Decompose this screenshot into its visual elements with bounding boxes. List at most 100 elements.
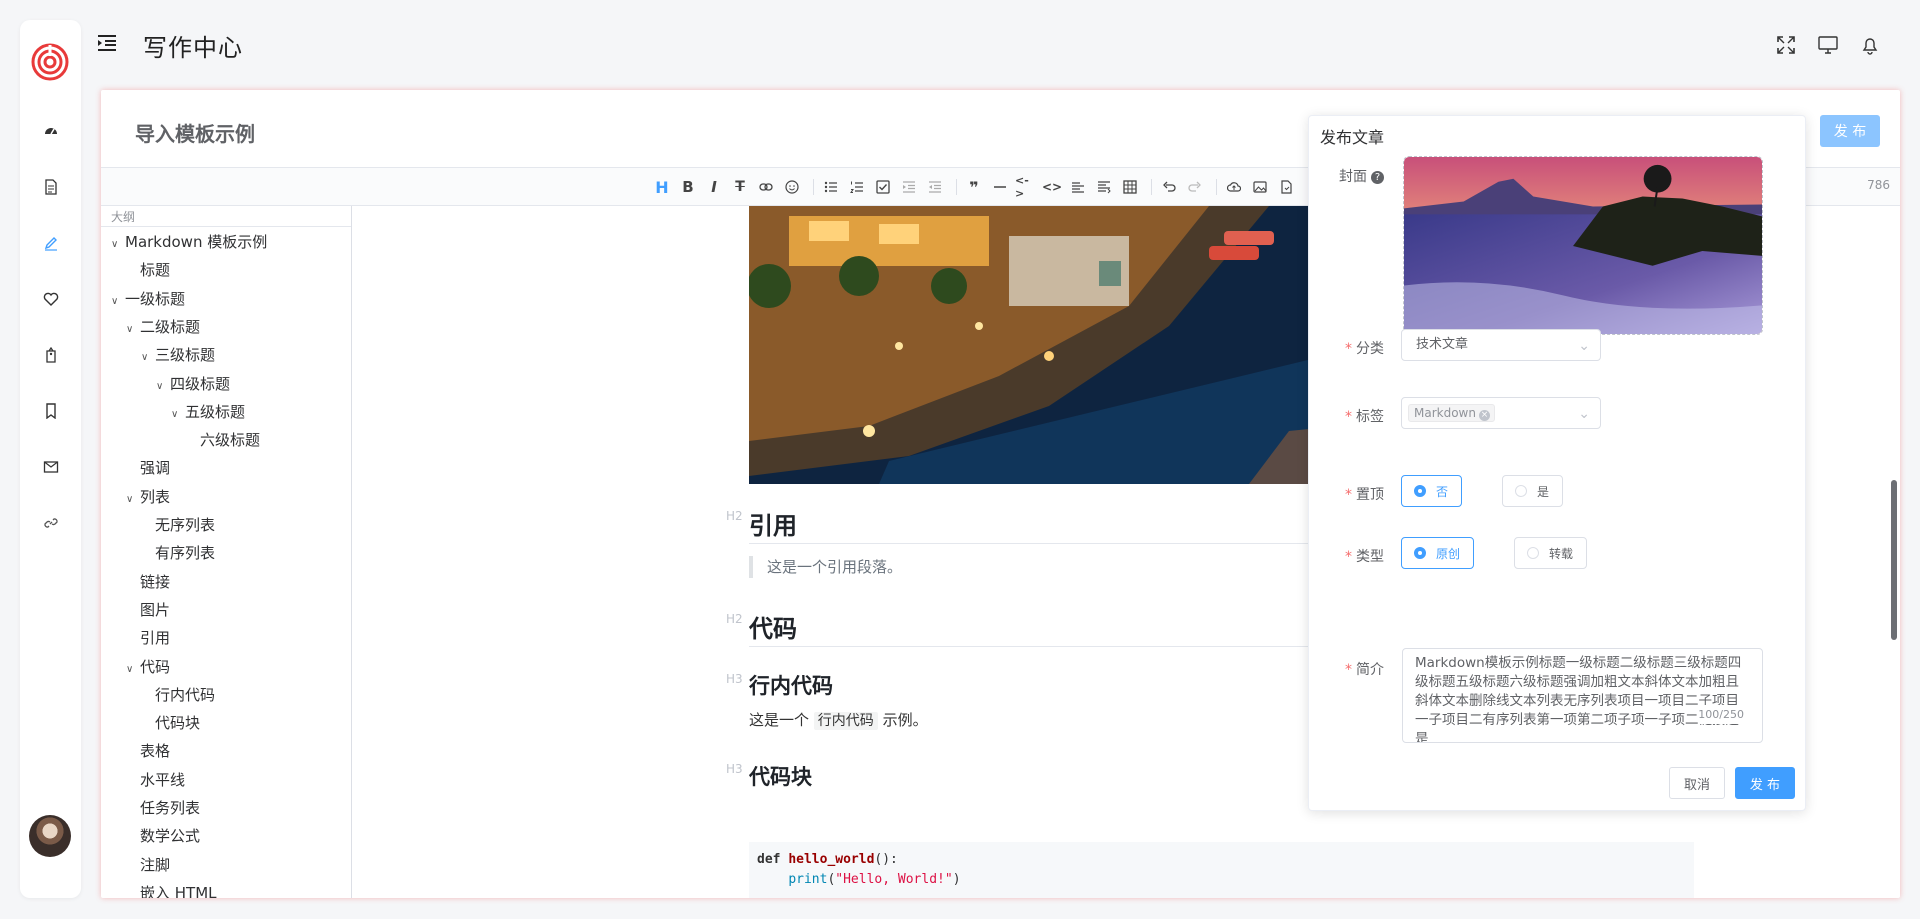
insert-before-icon[interactable] bbox=[1067, 176, 1089, 198]
insert-after-icon[interactable] bbox=[1093, 176, 1115, 198]
avatar[interactable] bbox=[29, 815, 71, 857]
chevron-down-icon[interactable]: ∨ bbox=[141, 348, 155, 368]
outline-label: 大纲 bbox=[111, 210, 136, 224]
link-icon[interactable] bbox=[755, 176, 777, 198]
upload-icon[interactable] bbox=[1223, 176, 1245, 198]
document-icon[interactable] bbox=[20, 175, 81, 199]
heading-code-block: 代码块 bbox=[749, 765, 812, 789]
outline-item[interactable]: 任务列表 bbox=[140, 798, 200, 818]
outline-item-label: 任务列表 bbox=[140, 799, 201, 817]
cancel-button[interactable]: 取消 bbox=[1669, 767, 1725, 799]
outline-item[interactable]: ∨ Markdown 模板示例 bbox=[111, 232, 267, 255]
file-icon[interactable] bbox=[1275, 176, 1297, 198]
pin-yes-radio[interactable]: 是 bbox=[1502, 475, 1563, 507]
indent-icon[interactable] bbox=[898, 176, 920, 198]
horizontal-rule-icon[interactable] bbox=[989, 176, 1011, 198]
outline-item[interactable]: 有序列表 bbox=[155, 543, 215, 563]
close-icon[interactable]: × bbox=[1478, 409, 1490, 421]
mail-icon[interactable] bbox=[20, 455, 81, 479]
menu-toggle-icon[interactable] bbox=[96, 32, 118, 54]
outline-item[interactable]: ∨ 三级标题 bbox=[141, 345, 215, 368]
chevron-down-icon[interactable]: ∨ bbox=[126, 660, 140, 680]
outline-item[interactable]: 图片 bbox=[140, 600, 170, 620]
outline-item[interactable]: 行内代码 bbox=[155, 685, 215, 705]
tags-select[interactable]: Markdown × ⌄ bbox=[1401, 397, 1601, 429]
italic-icon[interactable]: I bbox=[703, 176, 725, 198]
side-nav bbox=[20, 20, 81, 898]
pin-no-radio[interactable]: 否 bbox=[1401, 475, 1462, 507]
code-block: def hello_world(): print("Hello, World!"… bbox=[749, 842, 1694, 898]
outline-item-label: 有序列表 bbox=[155, 544, 216, 563]
outdent-icon[interactable] bbox=[924, 176, 946, 198]
chevron-down-icon[interactable]: ∨ bbox=[111, 292, 125, 312]
fullscreen-icon[interactable] bbox=[1775, 34, 1797, 56]
bullet-list-icon[interactable] bbox=[820, 176, 842, 198]
chevron-down-icon[interactable]: ∨ bbox=[171, 405, 185, 425]
outline-item[interactable]: 表格 bbox=[140, 741, 170, 761]
edit-icon[interactable] bbox=[20, 231, 81, 255]
bell-icon[interactable] bbox=[1859, 34, 1881, 56]
outline-item[interactable]: 数学公式 bbox=[140, 826, 200, 846]
redo-icon[interactable] bbox=[1184, 176, 1206, 198]
heading-marker: H2 bbox=[726, 612, 743, 626]
publish-button[interactable]: 发 布 bbox=[1820, 115, 1880, 147]
type-repost-radio[interactable]: 转载 bbox=[1514, 537, 1587, 569]
help-icon[interactable]: ? bbox=[1371, 170, 1384, 184]
link-icon[interactable] bbox=[20, 511, 81, 535]
monitor-icon[interactable] bbox=[1817, 34, 1839, 56]
category-value: 技术文章 bbox=[1416, 337, 1469, 352]
required-mark: * bbox=[1345, 487, 1352, 503]
tag-icon[interactable] bbox=[20, 343, 81, 367]
summary-label: * 简介 bbox=[1314, 659, 1384, 679]
outline-item[interactable]: 嵌入 HTML bbox=[140, 883, 217, 898]
header-actions bbox=[1775, 34, 1881, 56]
heading-icon[interactable]: H bbox=[651, 176, 673, 198]
logo-icon[interactable] bbox=[30, 42, 70, 82]
task-list-icon[interactable] bbox=[872, 176, 894, 198]
document-title[interactable]: 导入模板示例 bbox=[135, 118, 255, 147]
outline-item-label: 强调 bbox=[140, 459, 171, 478]
chevron-down-icon[interactable]: ∨ bbox=[156, 377, 170, 397]
image-icon[interactable] bbox=[1249, 176, 1271, 198]
outline-item[interactable]: 水平线 bbox=[140, 770, 185, 790]
outline-item[interactable]: ∨ 一级标题 bbox=[111, 289, 185, 312]
quote-icon[interactable]: ❞ bbox=[963, 176, 985, 198]
category-select[interactable]: 技术文章 ⌄ bbox=[1401, 329, 1601, 361]
dialog-publish-button[interactable]: 发 布 bbox=[1735, 767, 1795, 799]
type-original-radio[interactable]: 原创 bbox=[1401, 537, 1474, 569]
outline-item-label: 五级标题 bbox=[185, 402, 246, 421]
outline-item[interactable]: 标题 bbox=[140, 260, 170, 280]
outline-item-label: 图片 bbox=[140, 600, 171, 619]
outline-item[interactable]: 代码块 bbox=[155, 713, 200, 733]
outline-item[interactable]: 六级标题 bbox=[200, 430, 260, 450]
chevron-down-icon[interactable]: ∨ bbox=[111, 235, 125, 255]
outline-item[interactable]: 注脚 bbox=[140, 855, 170, 875]
outline-item[interactable]: ∨ 列表 bbox=[126, 487, 170, 510]
chevron-down-icon[interactable]: ∨ bbox=[126, 490, 140, 510]
outline-item-label: 三级标题 bbox=[155, 346, 216, 365]
outline-item[interactable]: ∨ 四级标题 bbox=[156, 374, 230, 397]
chevron-down-icon[interactable]: ∨ bbox=[126, 320, 140, 340]
outline-item[interactable]: ∨ 代码 bbox=[126, 657, 170, 680]
cover-image[interactable] bbox=[1403, 156, 1763, 335]
heart-icon[interactable] bbox=[20, 287, 81, 311]
ordered-list-icon[interactable] bbox=[846, 176, 868, 198]
radio-dot bbox=[1515, 485, 1527, 497]
table-icon[interactable] bbox=[1119, 176, 1141, 198]
emoji-icon[interactable] bbox=[781, 176, 803, 198]
outline-item[interactable]: 无序列表 bbox=[155, 515, 215, 535]
outline-item[interactable]: 链接 bbox=[140, 572, 170, 592]
strikethrough-icon[interactable]: T bbox=[729, 176, 751, 198]
dashboard-icon[interactable] bbox=[20, 119, 81, 143]
outline-item[interactable]: 强调 bbox=[140, 458, 170, 478]
bookmark-icon[interactable] bbox=[20, 399, 81, 423]
undo-icon[interactable] bbox=[1158, 176, 1180, 198]
bold-icon[interactable]: B bbox=[677, 176, 699, 198]
code-block-icon[interactable]: <-> bbox=[1015, 174, 1037, 200]
summary-textarea[interactable]: Markdown模板示例标题一级标题二级标题三级标题四级标题五级标题六级标题强调… bbox=[1402, 648, 1763, 743]
outline-item[interactable]: ∨ 五级标题 bbox=[171, 402, 245, 425]
outline-item[interactable]: ∨ 二级标题 bbox=[126, 317, 200, 340]
page-scrollbar[interactable] bbox=[1891, 480, 1897, 640]
inline-code-icon[interactable]: <> bbox=[1041, 176, 1063, 198]
outline-item[interactable]: 引用 bbox=[140, 628, 170, 648]
